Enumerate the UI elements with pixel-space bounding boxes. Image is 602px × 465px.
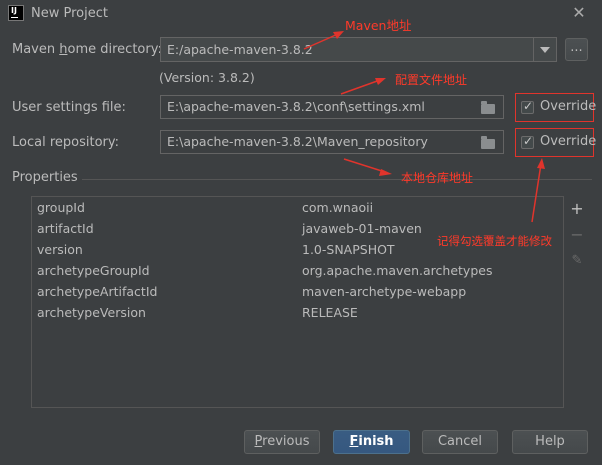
previous-button[interactable]: Previous: [244, 430, 320, 454]
annotation-settings-address: 配置文件地址: [395, 73, 468, 87]
help-button[interactable]: Help: [512, 430, 588, 454]
annotation-repository-address: 本地仓库地址: [401, 171, 474, 185]
annotation-maven-address: Maven地址: [345, 18, 412, 33]
finish-button[interactable]: Finish: [333, 430, 410, 454]
cancel-button[interactable]: Cancel: [422, 430, 498, 454]
annotation-override-note: 记得勾选覆盖才能修改: [437, 234, 552, 248]
